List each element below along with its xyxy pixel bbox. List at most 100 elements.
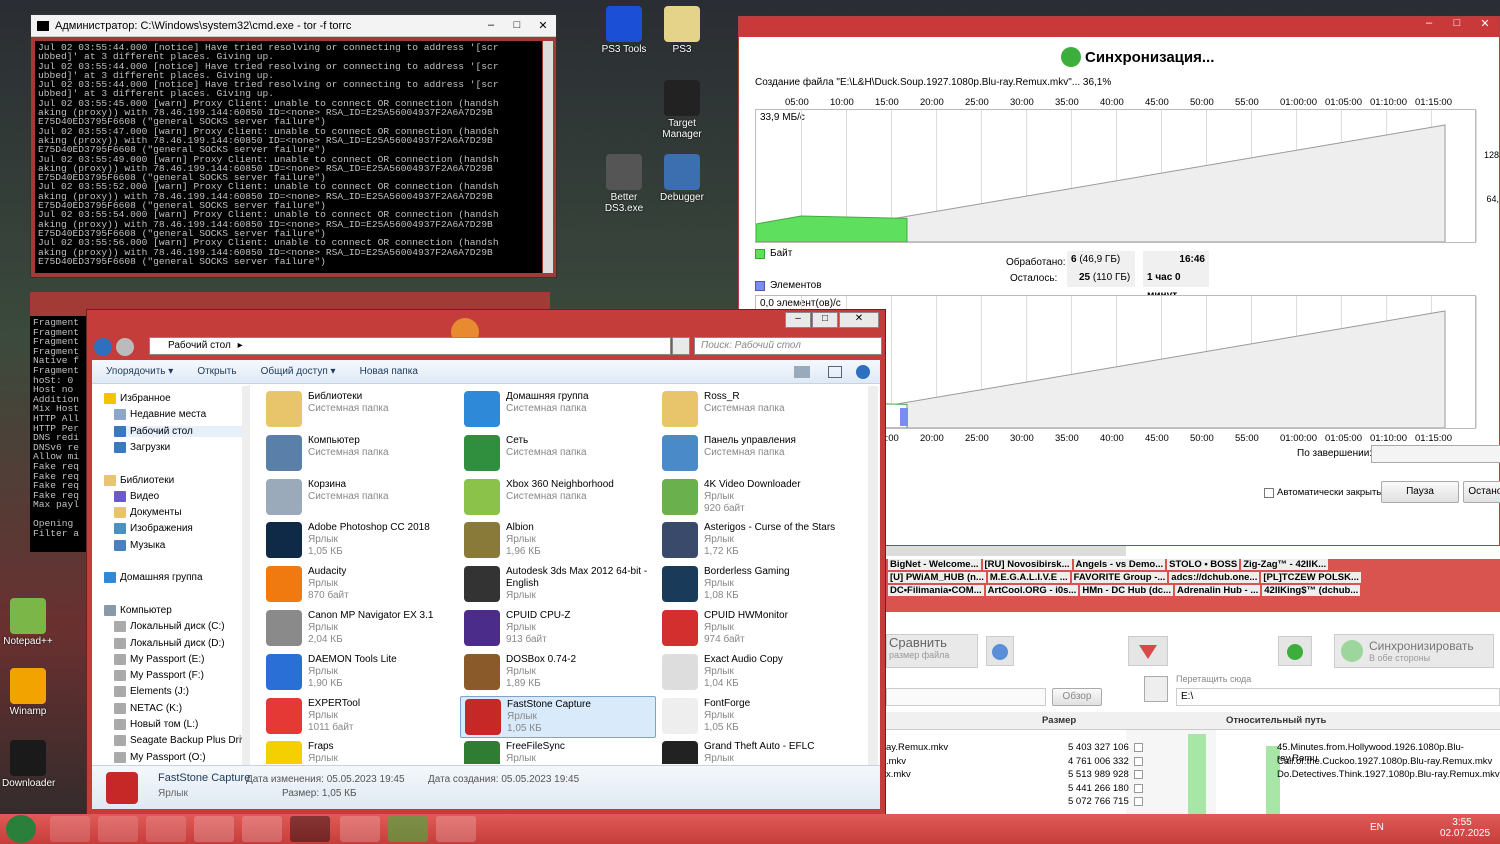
file-item[interactable]: FrapsЯрлык812 байт bbox=[262, 739, 458, 764]
desktop-icon-better-ds3[interactable]: Better DS3.exe bbox=[598, 154, 650, 214]
nav-item[interactable]: My Passport (O:) bbox=[114, 751, 206, 763]
row-checkbox[interactable] bbox=[1134, 756, 1143, 766]
minimize-button[interactable]: – bbox=[478, 19, 504, 32]
help-icon[interactable] bbox=[856, 364, 870, 379]
autoclose-checkbox[interactable] bbox=[1264, 487, 1274, 498]
nav-item[interactable]: NETAC (K:) bbox=[114, 702, 182, 714]
desktop-icon-ps3[interactable]: PS3 bbox=[656, 6, 708, 55]
nav-item[interactable]: Библиотеки bbox=[104, 474, 174, 486]
nav-item[interactable]: Рабочий стол bbox=[114, 425, 249, 437]
left-file-name[interactable]: x.mkv bbox=[886, 769, 911, 780]
file-item[interactable]: 4K Video Downloader Ярлык 920 байт bbox=[658, 477, 854, 519]
taskbar-firefox-icon[interactable] bbox=[50, 816, 90, 842]
hub-tabs-row-2[interactable]: [U] PWiAM_HUB (n... M.E.G.A.L.I.V.E ... FA… bbox=[886, 572, 1500, 585]
taskbar-cmd-icon[interactable] bbox=[290, 816, 330, 842]
open-button[interactable]: Открыть bbox=[197, 366, 236, 377]
maximize-button[interactable]: □ bbox=[1443, 17, 1471, 37]
compare-settings-button[interactable] bbox=[986, 636, 1014, 666]
file-item[interactable]: Exact Audio Copy Ярлык 1,04 КБ bbox=[658, 652, 854, 694]
organize-button[interactable]: Упорядочить ▾ bbox=[106, 366, 173, 377]
clock[interactable]: 3:55 02.07.2025 bbox=[1440, 817, 1490, 839]
forward-button[interactable] bbox=[116, 338, 134, 356]
row-checkbox[interactable] bbox=[1134, 783, 1143, 793]
file-item[interactable]: FastStone Capture Ярлык 1,05 КБ bbox=[460, 695, 656, 738]
pause-button[interactable]: Пауза bbox=[1381, 481, 1459, 503]
hub-tab[interactable]: STOLO • BOSS bbox=[1167, 559, 1240, 570]
nav-item[interactable]: Избранное bbox=[104, 393, 171, 404]
left-file-name[interactable]: ay.Remux.mkv bbox=[886, 742, 948, 753]
file-item[interactable]: CPUID HWMonitor Ярлык 974 байт bbox=[658, 608, 854, 650]
taskbar-freefilesync-icon[interactable] bbox=[388, 816, 428, 842]
file-item[interactable]: CPUID CPU-Z Ярлык 913 байт bbox=[460, 608, 656, 650]
desktop-icon-debugger[interactable]: Debugger bbox=[656, 154, 708, 203]
size-column-header[interactable]: Размер bbox=[1042, 715, 1076, 726]
close-button[interactable]: ✕ bbox=[530, 19, 556, 32]
hub-tab[interactable]: DC•Filimania•COM... bbox=[888, 585, 984, 596]
file-item[interactable]: Borderless Gaming Ярлык 1,08 КБ bbox=[658, 564, 854, 606]
back-button[interactable] bbox=[94, 338, 112, 356]
hub-tab[interactable]: FAVORITE Group -... bbox=[1071, 572, 1168, 583]
nav-scrollbar[interactable] bbox=[242, 386, 250, 766]
hub-tab[interactable]: Angels - vs Demo... bbox=[1073, 559, 1166, 570]
row-checkbox[interactable] bbox=[1134, 770, 1143, 779]
explorer-window[interactable]: – □ ✕ Рабочий стол ▸ Поиск: Рабочий стол… bbox=[86, 309, 886, 815]
address-bar[interactable]: Рабочий стол ▸ bbox=[149, 337, 671, 355]
file-item[interactable]: FreeFileSyncЯрлык986 байт bbox=[460, 739, 656, 764]
view-options-icon[interactable] bbox=[794, 365, 810, 378]
cmd-window[interactable]: Администратор: C:\Windows\system32\cmd.e… bbox=[30, 14, 557, 278]
nav-item[interactable]: My Passport (E:) bbox=[114, 653, 204, 665]
nav-item[interactable]: Изображения bbox=[114, 523, 193, 535]
browse-left-button[interactable]: Обзор bbox=[1052, 688, 1102, 706]
taskbar-explorer-icon[interactable] bbox=[194, 816, 234, 842]
explorer-titlebar[interactable]: – □ ✕ bbox=[87, 310, 885, 332]
taskbar-chart-app-icon[interactable] bbox=[242, 816, 282, 842]
nav-item[interactable]: Недавние места bbox=[114, 409, 206, 421]
splitter[interactable] bbox=[886, 546, 1126, 556]
file-item[interactable]: DOSBox 0.74-2 Ярлык 1,89 КБ bbox=[460, 652, 656, 694]
content-scrollbar[interactable] bbox=[868, 386, 878, 766]
file-item[interactable]: Компьютер Системная папка bbox=[262, 433, 458, 475]
stop-button[interactable]: Останов bbox=[1463, 481, 1500, 503]
nav-item[interactable]: My Passport (F:) bbox=[114, 670, 204, 682]
file-item[interactable]: DAEMON Tools Lite Ярлык 1,90 КБ bbox=[262, 652, 458, 694]
nav-item[interactable]: Seagate Backup Plus Drive bbox=[114, 735, 249, 747]
file-item[interactable]: Панель управления Системная папка bbox=[658, 433, 854, 475]
on-finish-select[interactable] bbox=[1371, 445, 1500, 463]
compare-button[interactable]: Сравнить размер файла bbox=[886, 634, 978, 668]
minimize-button[interactable]: – bbox=[1415, 17, 1443, 37]
nav-item[interactable]: Видео bbox=[114, 490, 159, 502]
nav-item[interactable]: Локальный диск (C:) bbox=[114, 621, 225, 633]
right-file-name[interactable]: Call.of.the.Cuckoo.1927.1080p.Blu-ray.Re… bbox=[1277, 756, 1492, 767]
freefilesync-main[interactable]: BigNet - Welcome... [RU] Novosibirsk... An… bbox=[886, 546, 1500, 816]
file-item[interactable]: Grand Theft Auto - EFLCЯрлык1,67 КБ bbox=[658, 739, 854, 764]
nav-item[interactable]: Домашняя группа bbox=[104, 572, 203, 584]
preview-pane-icon[interactable] bbox=[828, 365, 842, 378]
left-file-name[interactable]: .mkv bbox=[886, 756, 906, 767]
file-item[interactable]: Сеть Системная папка bbox=[460, 433, 656, 475]
file-item[interactable]: EXPERTool Ярлык 1011 байт bbox=[262, 696, 458, 738]
file-item[interactable]: Xbox 360 Neighborhood Системная папка bbox=[460, 477, 656, 519]
taskbar-network-icon[interactable] bbox=[340, 816, 380, 842]
start-button[interactable] bbox=[6, 815, 36, 843]
file-item[interactable]: Albion Ярлык 1,96 КБ bbox=[460, 520, 656, 562]
cmd-scrollbar[interactable] bbox=[543, 41, 553, 273]
sync-settings-button[interactable] bbox=[1278, 636, 1312, 666]
file-item[interactable]: Canon MP Navigator EX 3.1 Ярлык 2,04 КБ bbox=[262, 608, 458, 650]
file-item[interactable]: Корзина Системная папка bbox=[262, 477, 458, 519]
nav-item[interactable]: Музыка bbox=[114, 539, 165, 551]
breadcrumb[interactable]: Рабочий стол bbox=[168, 340, 231, 351]
close-button[interactable]: ✕ bbox=[839, 312, 879, 328]
cmd-titlebar[interactable]: Администратор: C:\Windows\system32\cmd.e… bbox=[31, 15, 556, 37]
row-checkbox[interactable] bbox=[1134, 743, 1143, 752]
hub-tab[interactable]: BigNet - Welcome... bbox=[888, 559, 981, 570]
language-indicator[interactable]: EN bbox=[1370, 822, 1384, 833]
maximize-button[interactable]: □ bbox=[812, 312, 838, 328]
maximize-button[interactable]: □ bbox=[504, 19, 530, 32]
desktop-icon-winamp[interactable]: Winamp bbox=[2, 668, 54, 717]
right-folder-path[interactable]: E:\ bbox=[1176, 688, 1500, 706]
swap-sides-button[interactable] bbox=[1144, 676, 1168, 702]
nav-item[interactable]: Загрузки bbox=[114, 441, 170, 453]
file-grid[interactable]: ay.Remux.mkv 5 403 327 106 .mkv 4 761 006 3… bbox=[886, 742, 1500, 816]
file-item[interactable]: Библиотеки Системная папка bbox=[262, 389, 458, 431]
nav-item[interactable]: Документы bbox=[114, 507, 182, 519]
